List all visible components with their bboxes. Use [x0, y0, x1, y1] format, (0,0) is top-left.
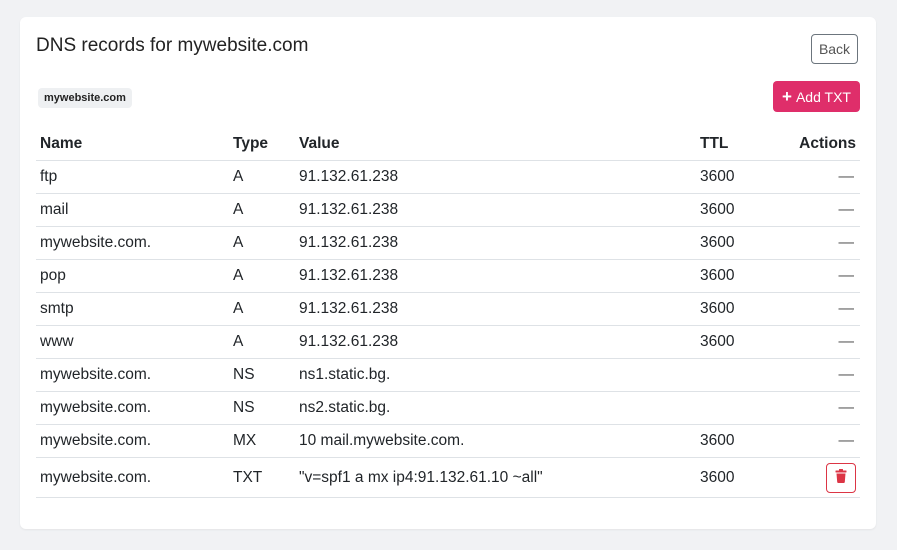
table-row: mail A 91.132.61.238 3600 — — [36, 193, 860, 227]
back-button[interactable]: Back — [811, 34, 858, 64]
record-value: 91.132.61.238 — [295, 259, 696, 293]
record-ttl — [696, 391, 794, 425]
record-type: A — [229, 193, 295, 227]
record-value: 10 mail.mywebsite.com. — [295, 424, 696, 458]
no-action-dash: — — [838, 267, 855, 284]
record-ttl: 3600 — [696, 292, 794, 326]
no-action-dash: — — [838, 366, 855, 383]
record-type: A — [229, 292, 295, 326]
table-row: www A 91.132.61.238 3600 — — [36, 325, 860, 359]
record-type: A — [229, 325, 295, 359]
record-value: 91.132.61.238 — [295, 160, 696, 194]
record-value: ns2.static.bg. — [295, 391, 696, 425]
record-name: ftp — [36, 160, 229, 194]
record-ttl: 3600 — [696, 226, 794, 260]
record-ttl: 3600 — [696, 160, 794, 194]
record-name: smtp — [36, 292, 229, 326]
record-ttl: 3600 — [696, 193, 794, 227]
record-ttl: 3600 — [696, 325, 794, 359]
record-name: mywebsite.com. — [36, 457, 229, 498]
record-type: TXT — [229, 457, 295, 498]
table-header-row: Name Type Value TTL Actions — [36, 128, 860, 161]
plus-icon: + — [782, 87, 792, 106]
no-action-dash: — — [838, 399, 855, 416]
record-name: mywebsite.com. — [36, 226, 229, 260]
record-type: A — [229, 259, 295, 293]
domain-badge: mywebsite.com — [38, 88, 132, 108]
no-action-dash: — — [838, 333, 855, 350]
table-row: pop A 91.132.61.238 3600 — — [36, 259, 860, 293]
add-txt-button[interactable]: + Add TXT — [773, 81, 860, 112]
record-value: 91.132.61.238 — [295, 226, 696, 260]
add-txt-label: Add TXT — [795, 88, 851, 105]
table-row: smtp A 91.132.61.238 3600 — — [36, 292, 860, 326]
no-action-dash: — — [838, 234, 855, 251]
no-action-dash: — — [838, 201, 855, 218]
record-name: mywebsite.com. — [36, 358, 229, 392]
record-ttl: 3600 — [696, 424, 794, 458]
record-ttl — [696, 358, 794, 392]
record-value: 91.132.61.238 — [295, 292, 696, 326]
record-type: NS — [229, 391, 295, 425]
column-header-actions: Actions — [794, 128, 860, 161]
record-name: www — [36, 325, 229, 359]
record-name: mail — [36, 193, 229, 227]
table-row: mywebsite.com. A 91.132.61.238 3600 — — [36, 226, 860, 260]
no-action-dash: — — [838, 432, 855, 449]
no-action-dash: — — [838, 300, 855, 317]
no-action-dash: — — [838, 168, 855, 185]
record-ttl: 3600 — [696, 457, 794, 498]
record-value: "v=spf1 a mx ip4:91.132.61.10 ~all" — [295, 457, 696, 498]
record-value: 91.132.61.238 — [295, 325, 696, 359]
table-row: mywebsite.com. TXT "v=spf1 a mx ip4:91.1… — [36, 457, 860, 498]
table-row: ftp A 91.132.61.238 3600 — — [36, 160, 860, 194]
dns-records-table: Name Type Value TTL Actions ftp A 91.132… — [36, 128, 860, 498]
record-name: mywebsite.com. — [36, 391, 229, 425]
record-ttl: 3600 — [696, 259, 794, 293]
table-row: mywebsite.com. NS ns1.static.bg. — — [36, 358, 860, 392]
record-name: mywebsite.com. — [36, 424, 229, 458]
table-row: mywebsite.com. NS ns2.static.bg. — — [36, 391, 860, 425]
column-header-value: Value — [295, 128, 696, 161]
record-name: pop — [36, 259, 229, 293]
delete-record-button[interactable] — [826, 462, 856, 493]
record-value: 91.132.61.238 — [295, 193, 696, 227]
record-type: NS — [229, 358, 295, 392]
record-value: ns1.static.bg. — [295, 358, 696, 392]
page-title: DNS records for mywebsite.com — [36, 35, 309, 56]
column-header-ttl: TTL — [696, 128, 794, 161]
column-header-type: Type — [229, 128, 295, 161]
dns-records-card: DNS records for mywebsite.com Back myweb… — [20, 17, 876, 529]
record-type: A — [229, 160, 295, 194]
table-row: mywebsite.com. MX 10 mail.mywebsite.com.… — [36, 424, 860, 458]
column-header-name: Name — [36, 128, 229, 161]
record-type: MX — [229, 424, 295, 458]
record-type: A — [229, 226, 295, 260]
trash-icon — [835, 469, 847, 486]
